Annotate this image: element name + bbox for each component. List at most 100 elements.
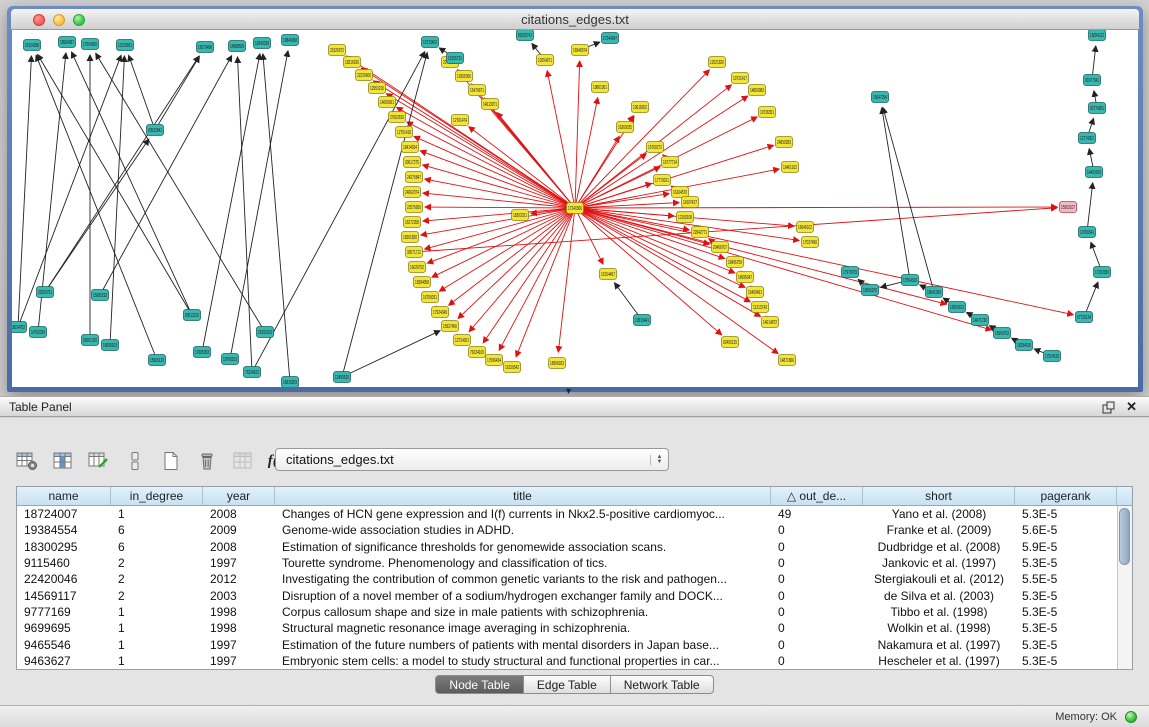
table-cell[interactable]: 0 [771, 654, 863, 668]
table-cell[interactable]: 5.3E-5 [1015, 556, 1117, 570]
table-cell[interactable]: 0 [771, 621, 863, 635]
graph-node[interactable]: 18302021 [512, 210, 529, 221]
table-cell[interactable]: 14569117 [17, 589, 111, 603]
graph-node[interactable]: 22229600 [356, 70, 373, 81]
network-canvas[interactable]: 1724030621926972183166262222960012953210… [12, 30, 1138, 387]
graph-node[interactable]: 18301830 [402, 232, 419, 243]
table-cell[interactable]: 6 [111, 540, 203, 554]
table-cell[interactable]: Tourette syndrome. Phenomenology and cla… [275, 556, 771, 570]
graph-node[interactable]: 11607427 [682, 197, 699, 208]
table-cell[interactable]: 49 [771, 507, 863, 521]
table-row[interactable]: 911546021997Tourette syndrome. Phenomeno… [17, 555, 1117, 571]
table-cell[interactable]: 1 [111, 507, 203, 521]
table-cell[interactable]: Franke et al. (2009) [863, 523, 1015, 537]
graph-node[interactable]: 12160108 [677, 212, 694, 223]
table-cell[interactable]: 1997 [203, 638, 275, 652]
graph-node[interactable]: 16055970 [862, 285, 879, 296]
graph-node[interactable]: 59051320 [82, 335, 99, 346]
table-settings-button[interactable] [12, 448, 42, 474]
graph-node[interactable]: 30571712 [406, 247, 423, 258]
graph-node[interactable]: 18584287 [59, 37, 76, 48]
graph-node[interactable]: 17554310 [902, 275, 919, 286]
column-header-year[interactable]: year [203, 487, 275, 506]
graph-node[interactable]: 16949574 [572, 45, 589, 56]
table-row[interactable]: 1830029562008Estimation of significance … [17, 539, 1117, 555]
tab-node-table[interactable]: Node Table [435, 675, 524, 694]
graph-node[interactable]: 16570498 [197, 42, 214, 53]
graph-node[interactable]: 12953210 [369, 83, 386, 94]
graph-node[interactable]: 14850983 [749, 85, 766, 96]
graph-node[interactable]: 16647294 [872, 92, 889, 103]
column-header-pagerank[interactable]: pagerank [1015, 487, 1117, 506]
graph-node[interactable]: 18414034 [402, 142, 419, 153]
graph-node[interactable]: 90513210 [184, 310, 201, 321]
graph-node[interactable]: 18243039 [254, 38, 271, 49]
table-cell[interactable]: Jankovic et al. (1997) [863, 556, 1015, 570]
table-cell[interactable]: 1 [111, 638, 203, 652]
graph-node[interactable]: 14606691 [379, 97, 396, 108]
table-cell[interactable]: 9115460 [17, 556, 111, 570]
graph-node[interactable]: 15956702 [994, 328, 1011, 339]
graph-node[interactable]: 18541059 [926, 287, 943, 298]
graph-node[interactable]: 17979079 [842, 267, 859, 278]
scrollbar-thumb[interactable] [1119, 508, 1130, 565]
graph-node[interactable]: 19861951 [592, 82, 609, 93]
close-panel-icon[interactable]: ✕ [1126, 399, 1137, 415]
graph-node[interactable]: 19265050 [456, 71, 473, 82]
table-cell[interactable]: 2008 [203, 540, 275, 554]
table-cell[interactable]: 5.3E-5 [1015, 621, 1117, 635]
graph-node[interactable]: 30617275 [404, 157, 421, 168]
graph-node[interactable]: 18384058 [414, 277, 431, 288]
graph-node[interactable]: 19846068 [282, 35, 299, 46]
graph-node[interactable]: 91977341 [1084, 75, 1101, 86]
table-cell[interactable]: Structural magnetic resonance image aver… [275, 621, 771, 635]
graph-node[interactable]: 12021820 [709, 57, 726, 68]
graph-node[interactable]: 12493510 [334, 372, 351, 383]
float-panel-icon[interactable] [1102, 401, 1115, 414]
table-select-dropdown[interactable]: citations_edges.txt ▲▼ [275, 448, 669, 471]
table-cell[interactable]: 2009 [203, 523, 275, 537]
table-row[interactable]: 977716911998Corpus callosum shape and si… [17, 604, 1117, 620]
splitter-handle[interactable]: ▾ [566, 386, 571, 397]
graph-node[interactable]: 17770021 [654, 175, 671, 186]
graph-node[interactable]: 15723402 [422, 37, 439, 48]
graph-node[interactable]: 12751418 [396, 127, 413, 138]
table-cell[interactable]: 1 [111, 654, 203, 668]
table-row[interactable]: 1456911722003Disruption of a novel membe… [17, 587, 1117, 603]
graph-node[interactable]: 12761474 [452, 115, 469, 126]
table-cell[interactable]: 9699695 [17, 621, 111, 635]
table-cell[interactable]: Embryonic stem cells: a model to study s… [275, 654, 771, 668]
table-cell[interactable]: 0 [771, 556, 863, 570]
graph-node[interactable]: 17037490 [802, 237, 819, 248]
table-cell[interactable]: Genome-wide association studies in ADHD. [275, 523, 771, 537]
table-scrollbar[interactable] [1117, 506, 1132, 669]
graph-node[interactable]: 16759031 [422, 292, 439, 303]
table-cell[interactable]: 0 [771, 523, 863, 537]
graph-node[interactable]: 15154457 [600, 269, 617, 280]
table-cell[interactable]: 1 [111, 621, 203, 635]
table-cell[interactable]: 19384554 [17, 523, 111, 537]
table-cell[interactable]: 1997 [203, 556, 275, 570]
graph-node[interactable]: 18294510 [1016, 340, 1033, 351]
graph-node[interactable]: 14671730 [972, 315, 989, 326]
graph-node[interactable]: 22575650 [406, 202, 423, 213]
graph-node[interactable]: 15505123 [149, 355, 166, 366]
table-cell[interactable]: 1998 [203, 605, 275, 619]
table-cell[interactable]: 18724007 [17, 507, 111, 521]
table-cell[interactable]: 2 [111, 572, 203, 586]
graph-node[interactable]: 14613971 [482, 99, 499, 110]
graph-node[interactable]: 18996923 [549, 358, 566, 369]
show-columns-button[interactable] [48, 448, 78, 474]
delete-column-button[interactable] [192, 448, 222, 474]
graph-node[interactable]: 11313743 [752, 302, 769, 313]
graph-node[interactable]: 14871866 [779, 355, 796, 366]
graph-node[interactable]: 25260791 [37, 287, 54, 298]
table-cell[interactable]: 18300295 [17, 540, 111, 554]
graph-node[interactable]: 20406707 [712, 242, 729, 253]
table-cell[interactable]: Yano et al. (2008) [863, 507, 1015, 521]
column-header-in-degree[interactable]: in_degree [111, 487, 203, 506]
select-all-columns-button[interactable] [84, 448, 114, 474]
table-cell[interactable]: 2 [111, 556, 203, 570]
table-cell[interactable]: 1997 [203, 654, 275, 668]
graph-node[interactable]: 16815203 [282, 377, 299, 388]
